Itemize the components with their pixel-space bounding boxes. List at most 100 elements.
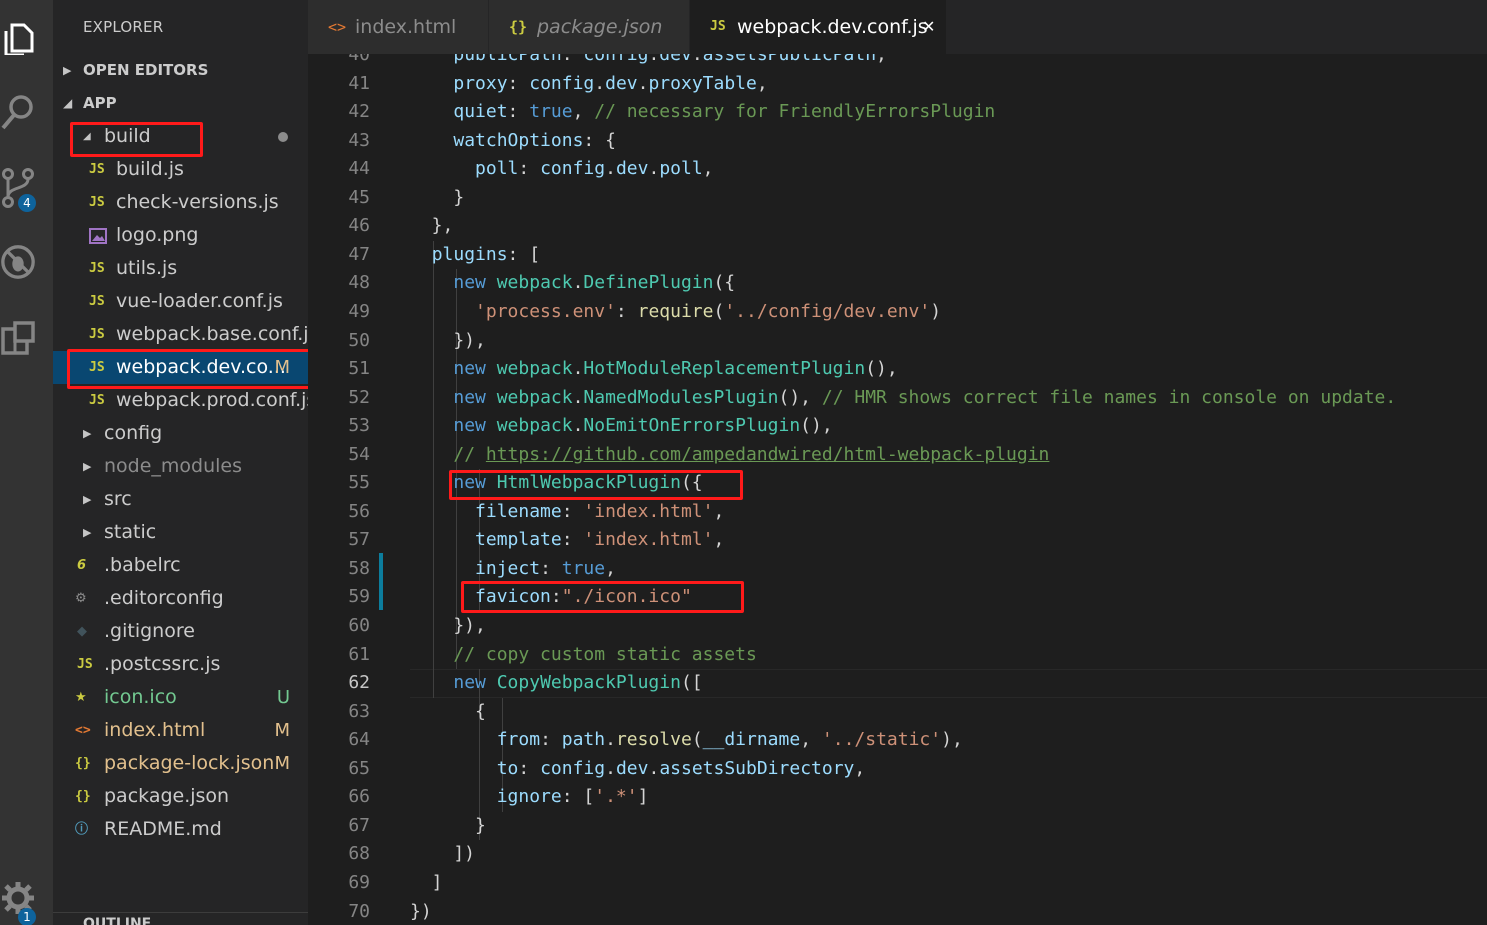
tree-file-webpack-base[interactable]: JS webpack.base.conf.js [53,318,308,351]
code-line[interactable]: new webpack.NamedModulesPlugin(), // HMR… [410,384,1396,413]
code-line[interactable]: } [410,184,464,213]
code-line[interactable]: ] [410,869,443,898]
line-number: 47 [348,243,370,265]
tree-item-label: logo.png [116,224,199,246]
tree-folder-static[interactable]: ▶ static [53,516,308,549]
code-line[interactable]: publicPath: config.dev.assetsPublicPath, [410,54,887,70]
code-line[interactable]: 'process.env': require('../config/dev.en… [410,298,941,327]
code-line[interactable]: ignore: ['.*'] [410,783,649,812]
code-line[interactable]: }), [410,612,486,641]
open-editors-label: OPEN EDITORS [83,61,209,79]
code-line[interactable]: // copy custom static assets [410,641,756,670]
source-control-badge: 4 [18,194,36,212]
tab-package-json[interactable]: {} package.json [489,0,690,54]
outline-section[interactable]: OUTLINE [53,912,308,925]
line-number: 40 [348,54,370,65]
code-line[interactable]: new webpack.DefinePlugin({ [410,269,735,298]
line-number: 53 [348,415,370,437]
tree-file-build-js[interactable]: JS build.js [53,153,308,186]
code-line[interactable]: new CopyWebpackPlugin([ [410,669,702,698]
line-number: 64 [348,729,370,751]
tree-file-readme[interactable]: ⓘ README.md [53,813,308,846]
code-line[interactable]: inject: true, [410,555,616,584]
code-line[interactable]: quiet: true, // necessary for FriendlyEr… [410,98,995,127]
code-line[interactable]: to: config.dev.assetsSubDirectory, [410,755,866,784]
tree-file-check-versions[interactable]: JS check-versions.js [53,186,308,219]
tree-item-label: webpack.dev.co... [116,356,286,378]
chevron-right-icon: ▶ [63,64,72,77]
line-number: 68 [348,843,370,865]
code-editor[interactable]: 40 publicPath: config.dev.assetsPublicPa… [308,54,1487,925]
tree-file-gitignore[interactable]: ◆ .gitignore [53,615,308,648]
tree-file-utils[interactable]: JS utils.js [53,252,308,285]
tree-file-package-json[interactable]: {} package.json [53,780,308,813]
git-status-modified: M [274,753,290,774]
app-label: APP [83,94,117,112]
tree-file-icon-ico[interactable]: ★ icon.ico U [53,681,308,714]
tree-file-logo[interactable]: logo.png [53,219,308,252]
tree-folder-build[interactable]: ◢ build [53,120,308,153]
code-line[interactable]: proxy: config.dev.proxyTable, [410,70,767,99]
app-section[interactable]: ◢ APP [53,87,308,120]
tree-file-webpack-dev[interactable]: JS webpack.dev.co... M [53,351,308,384]
activity-bar: 4 1 [0,0,53,925]
tree-file-package-lock[interactable]: {} package-lock.json M [53,747,308,780]
chevron-down-icon: ◢ [83,131,91,142]
babel-icon: 6 [77,558,87,573]
line-number: 63 [348,700,370,722]
code-line[interactable]: from: path.resolve(__dirname, '../static… [410,726,963,755]
tab-index-html[interactable]: <> index.html [308,0,489,54]
line-number: 66 [348,786,370,808]
tree-file-editorconfig[interactable]: ⚙ .editorconfig [53,582,308,615]
tree-file-index-html[interactable]: <> index.html M [53,714,308,747]
tree-item-label: package-lock.json [104,752,275,774]
code-line[interactable]: template: 'index.html', [410,526,724,555]
chevron-down-icon: ◢ [63,96,73,110]
line-number: 62 [348,672,370,694]
code-line[interactable]: { [410,698,486,727]
tree-file-vue-loader[interactable]: JS vue-loader.conf.js [53,285,308,318]
image-file-icon [89,219,107,252]
js-file-icon: JS [89,195,105,210]
code-line[interactable]: new HtmlWebpackPlugin({ [410,469,702,498]
code-line[interactable]: // https://github.com/ampedandwired/html… [410,441,1049,470]
extensions-icon[interactable] [0,316,36,360]
js-file-icon: JS [77,657,93,672]
line-number: 41 [348,72,370,94]
code-line[interactable]: poll: config.dev.poll, [410,155,713,184]
code-line[interactable]: ]) [410,840,475,869]
tree-item-label: build [104,125,151,147]
explorer-icon[interactable] [0,16,36,60]
tab-webpack-dev-conf[interactable]: JS webpack.dev.conf.js ✕ [690,0,947,54]
code-line[interactable]: new webpack.NoEmitOnErrorsPlugin(), [410,412,832,441]
code-line[interactable]: }), [410,327,486,356]
tree-item-label: index.html [104,719,206,741]
tree-folder-node-modules[interactable]: ▶ node_modules [53,450,308,483]
code-line[interactable]: plugins: [ [410,241,540,270]
js-file-icon: JS [89,294,105,309]
js-file-icon: JS [89,162,105,177]
line-number: 49 [348,300,370,322]
debug-icon[interactable] [0,240,36,284]
line-number: 44 [348,158,370,180]
modified-dot-icon [278,132,288,142]
code-line[interactable]: } [410,812,486,841]
search-icon[interactable] [0,90,36,134]
explorer-sidebar: EXPLORER ▶ OPEN EDITORS ◢ APP ◢ build JS… [53,0,308,925]
code-line[interactable]: new webpack.HotModuleReplacementPlugin()… [410,355,897,384]
code-line[interactable]: }, [410,212,454,241]
tree-file-postcssrc[interactable]: JS .postcssrc.js [53,648,308,681]
code-line[interactable]: filename: 'index.html', [410,498,724,527]
tab-label: index.html [355,16,457,38]
tree-file-babelrc[interactable]: 6 .babelrc [53,549,308,582]
close-icon[interactable]: ✕ [922,0,935,54]
tree-folder-src[interactable]: ▶ src [53,483,308,516]
code-line[interactable]: }) [410,898,432,925]
code-line[interactable]: favicon:"./icon.ico" [410,583,692,612]
open-editors-section[interactable]: ▶ OPEN EDITORS [53,54,308,87]
tree-file-webpack-prod[interactable]: JS webpack.prod.conf.js [53,384,308,417]
tree-folder-config[interactable]: ▶ config [53,417,308,450]
tree-item-label: .babelrc [104,554,181,576]
code-line[interactable]: watchOptions: { [410,127,616,156]
line-number: 61 [348,643,370,665]
